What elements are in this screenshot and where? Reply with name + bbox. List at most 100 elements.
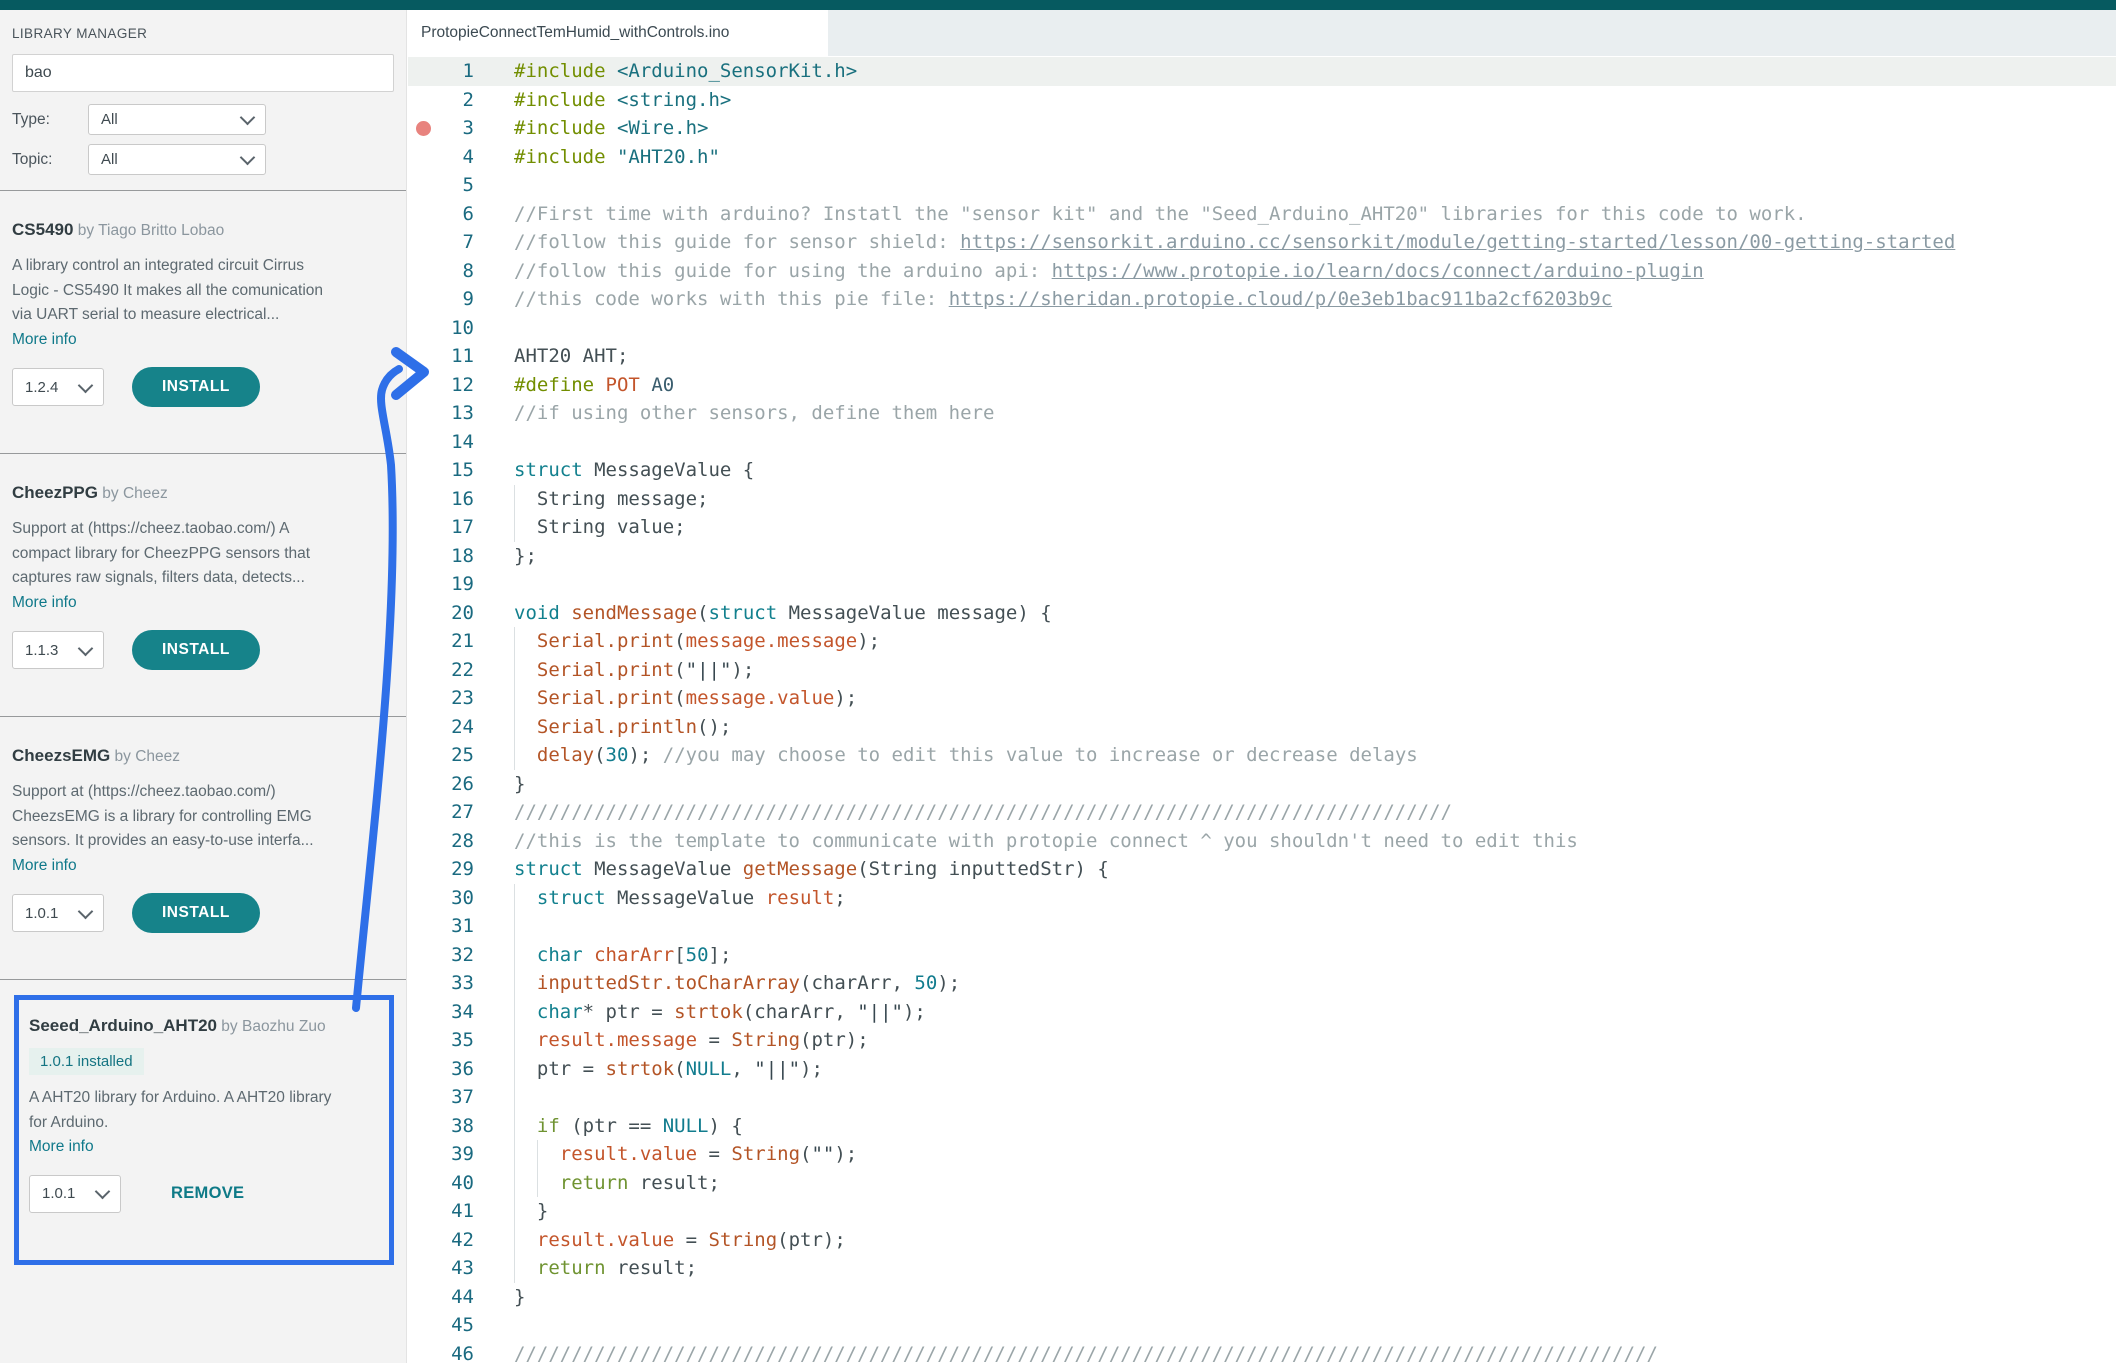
code-line[interactable]: 40 return result; [408, 1169, 2116, 1198]
topic-filter-select[interactable]: All [88, 144, 266, 175]
library-description: Support at (https://cheez.taobao.com/)Ch… [12, 780, 394, 878]
line-number: 22 [408, 656, 474, 685]
code-line[interactable]: 44} [408, 1283, 2116, 1312]
library-search-input[interactable] [12, 54, 394, 92]
code-line[interactable]: 13//if using other sensors, define them … [408, 399, 2116, 428]
line-number: 20 [408, 599, 474, 628]
line-number: 6 [408, 200, 474, 229]
description-line: Support at (https://cheez.taobao.com/) [12, 780, 394, 805]
code-line[interactable]: 8//follow this guide for using the ardui… [408, 257, 2116, 286]
code-text: #include <Arduino_SensorKit.h> [514, 57, 857, 86]
code-line[interactable]: 1#include <Arduino_SensorKit.h> [408, 57, 2116, 86]
library-title: CheezPPG by Cheez [12, 481, 394, 506]
line-number: 39 [408, 1140, 474, 1169]
install-button[interactable]: INSTALL [132, 630, 260, 670]
code-line[interactable]: 19 [408, 570, 2116, 599]
code-line[interactable]: 35 result.message = String(ptr); [408, 1026, 2116, 1055]
code-line[interactable]: 17 String value; [408, 513, 2116, 542]
chevron-down-icon [240, 150, 256, 166]
code-line[interactable]: 6//First time with arduino? Instatl the … [408, 200, 2116, 229]
line-number: 32 [408, 941, 474, 970]
library-card: CS5490 by Tiago Britto LobaoA library co… [0, 191, 406, 438]
code-line[interactable]: 12#define POT A0 [408, 371, 2116, 400]
code-line[interactable]: 4#include "AHT20.h" [408, 143, 2116, 172]
line-number: 35 [408, 1026, 474, 1055]
line-number: 8 [408, 257, 474, 286]
code-line[interactable]: 21 Serial.print(message.message); [408, 627, 2116, 656]
sketch-tab[interactable]: ProtopieConnectTemHumid_withControls.ino [408, 10, 828, 56]
code-line[interactable]: 33 inputtedStr.toCharArray(charArr, 50); [408, 969, 2116, 998]
code-line[interactable]: 23 Serial.print(message.value); [408, 684, 2116, 713]
code-line[interactable]: 32 char charArr[50]; [408, 941, 2116, 970]
line-number: 12 [408, 371, 474, 400]
line-number: 34 [408, 998, 474, 1027]
code-text: Serial.print(message.value); [514, 684, 857, 713]
more-info-link[interactable]: More info [12, 328, 77, 353]
code-text: AHT20 AHT; [514, 342, 628, 371]
code-line[interactable]: 28//this is the template to communicate … [408, 827, 2116, 856]
code-line[interactable]: 30 struct MessageValue result; [408, 884, 2116, 913]
library-title: Seeed_Arduino_AHT20 by Baozhu Zuo [29, 1014, 379, 1039]
code-line[interactable]: 24 Serial.println(); [408, 713, 2116, 742]
version-select[interactable]: 1.0.1 [12, 894, 104, 932]
chevron-down-icon [78, 903, 94, 919]
code-line[interactable]: 45 [408, 1311, 2116, 1340]
code-line[interactable]: 26} [408, 770, 2116, 799]
code-line[interactable]: 34 char* ptr = strtok(charArr, "||"); [408, 998, 2116, 1027]
library-author: by Cheez [98, 485, 168, 502]
install-button[interactable]: INSTALL [132, 893, 260, 933]
version-select[interactable]: 1.1.3 [12, 631, 104, 669]
code-line[interactable]: 5 [408, 171, 2116, 200]
code-line[interactable]: 43 return result; [408, 1254, 2116, 1283]
library-description: A library control an integrated circuit … [12, 254, 394, 352]
more-info-link[interactable]: More info [12, 854, 77, 879]
line-number: 21 [408, 627, 474, 656]
code-line[interactable]: 36 ptr = strtok(NULL, "||"); [408, 1055, 2116, 1084]
code-line[interactable]: 15struct MessageValue { [408, 456, 2116, 485]
code-text: Serial.println(); [514, 713, 731, 742]
library-actions: 1.0.1 REMOVE [29, 1175, 379, 1213]
code-line[interactable]: 18}; [408, 542, 2116, 571]
code-line[interactable]: 46//////////////////////////////////////… [408, 1340, 2116, 1363]
install-button[interactable]: INSTALL [132, 367, 260, 407]
code-line[interactable]: 16 String message; [408, 485, 2116, 514]
description-line: for Arduino. [29, 1111, 379, 1136]
more-info-link[interactable]: More info [29, 1135, 94, 1160]
code-line[interactable]: 14 [408, 428, 2116, 457]
remove-button[interactable]: REMOVE [165, 1183, 250, 1204]
version-select[interactable]: 1.2.4 [12, 368, 104, 406]
code-line[interactable]: 3#include <Wire.h> [408, 114, 2116, 143]
code-line[interactable]: 10 [408, 314, 2116, 343]
code-text: } [514, 770, 525, 799]
code-text: //this is the template to communicate wi… [514, 827, 1578, 856]
code-line[interactable]: 11AHT20 AHT; [408, 342, 2116, 371]
code-line[interactable]: 7//follow this guide for sensor shield: … [408, 228, 2116, 257]
code-line[interactable]: 31 [408, 912, 2116, 941]
code-text: ////////////////////////////////////////… [514, 1340, 1658, 1363]
code-line[interactable]: 9//this code works with this pie file: h… [408, 285, 2116, 314]
code-line[interactable]: 27//////////////////////////////////////… [408, 798, 2116, 827]
code-line[interactable]: 29struct MessageValue getMessage(String … [408, 855, 2116, 884]
code-line[interactable]: 37 [408, 1083, 2116, 1112]
code-line[interactable]: 20void sendMessage(struct MessageValue m… [408, 599, 2116, 628]
library-actions: 1.1.3 INSTALL [12, 630, 394, 670]
code-line[interactable]: 25 delay(30); //you may choose to edit t… [408, 741, 2116, 770]
description-line: Support at (https://cheez.taobao.com/) A [12, 517, 394, 542]
code-line[interactable]: 39 result.value = String(""); [408, 1140, 2116, 1169]
topic-filter-value: All [101, 151, 118, 168]
code-area[interactable]: 1#include <Arduino_SensorKit.h>2#include… [408, 56, 2116, 1363]
description-line: compact library for CheezPPG sensors tha… [12, 542, 394, 567]
code-line[interactable]: 22 Serial.print("||"); [408, 656, 2116, 685]
line-number: 5 [408, 171, 474, 200]
code-line[interactable]: 42 result.value = String(ptr); [408, 1226, 2116, 1255]
code-text: Serial.print(message.message); [514, 627, 880, 656]
line-number: 29 [408, 855, 474, 884]
line-number: 16 [408, 485, 474, 514]
version-select[interactable]: 1.0.1 [29, 1175, 121, 1213]
code-line[interactable]: 41 } [408, 1197, 2116, 1226]
type-filter-select[interactable]: All [88, 104, 266, 135]
code-line[interactable]: 2#include <string.h> [408, 86, 2116, 115]
indent-guide [514, 912, 515, 941]
code-line[interactable]: 38 if (ptr == NULL) { [408, 1112, 2116, 1141]
more-info-link[interactable]: More info [12, 591, 77, 616]
